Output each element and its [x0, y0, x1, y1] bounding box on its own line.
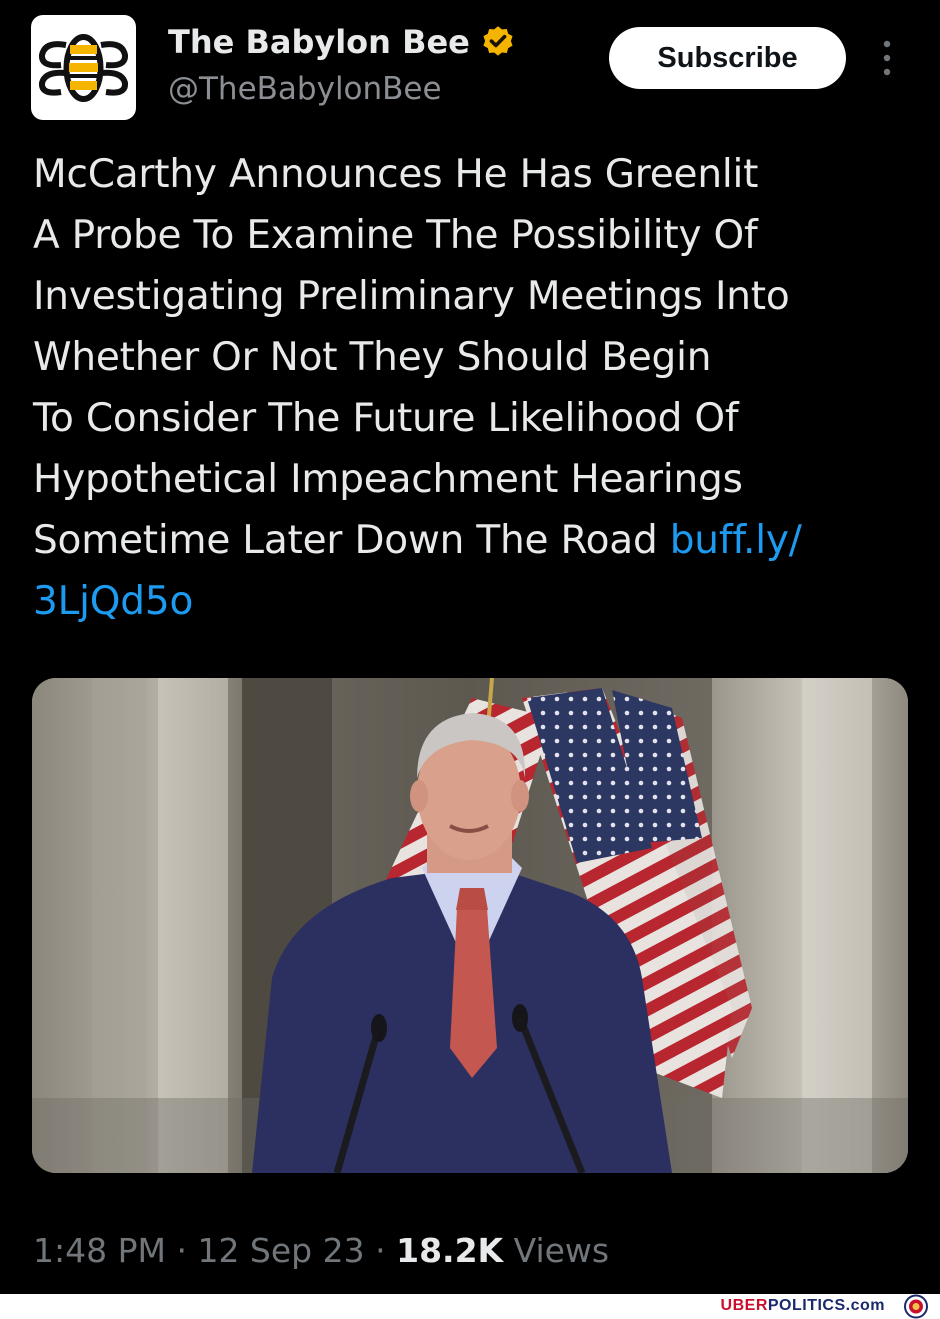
post-text-line-with-link: 3LjQd5o [33, 571, 903, 632]
post-text-line: A Probe To Examine The Possibility Of [33, 213, 758, 258]
watermark-text: UBERPOLITICS.com [721, 1296, 885, 1316]
post-link-continued[interactable]: 3LjQd5o [33, 579, 193, 624]
watermark-part2: POLITICS.com [767, 1297, 885, 1314]
post-link[interactable]: buff.ly/ [670, 518, 802, 563]
lion-crest-icon [904, 1294, 928, 1319]
photo-man-speaking-at-podium-icon [32, 678, 908, 1173]
meta-separator: · [364, 1231, 397, 1270]
views-count: 18.2K [396, 1231, 504, 1270]
meta-separator: · [165, 1231, 198, 1270]
post-text-line: Investigating Preliminary Meetings Into [33, 274, 790, 319]
post-text-line: Sometime Later Down The Road [33, 518, 670, 563]
watermark-bar: UBERPOLITICS.com [0, 1294, 940, 1319]
views-label: Views [503, 1231, 610, 1270]
account-name-row[interactable]: The Babylon Bee [168, 20, 516, 64]
more-options-icon[interactable] [872, 38, 902, 78]
subscribe-button[interactable]: Subscribe [609, 27, 846, 89]
post-text-line: Hypothetical Impeachment Hearings [33, 457, 743, 502]
watermark-part1: UBER [720, 1297, 768, 1314]
post-time[interactable]: 1:48 PM [33, 1231, 166, 1270]
post-text-line: McCarthy Announces He Has Greenlit [33, 152, 759, 197]
post-text-line: Whether Or Not They Should Begin [33, 335, 712, 380]
account-handle[interactable]: @TheBabylonBee [168, 68, 442, 110]
post-text-line-with-link: Sometime Later Down The Road buff.ly/ [33, 510, 903, 571]
post-meta: 1:48 PM · 12 Sep 23 · 18.2K Views [33, 1228, 609, 1274]
account-name[interactable]: The Babylon Bee [168, 20, 470, 64]
bee-logo-icon [38, 34, 129, 102]
post-image[interactable] [32, 678, 908, 1173]
post-text: McCarthy Announces He Has Greenlit A Pro… [33, 144, 903, 632]
verified-badge-icon [483, 26, 513, 56]
account-avatar[interactable] [31, 15, 136, 120]
post-text-line: To Consider The Future Likelihood Of [33, 396, 739, 441]
post-date[interactable]: 12 Sep 23 [197, 1231, 364, 1270]
